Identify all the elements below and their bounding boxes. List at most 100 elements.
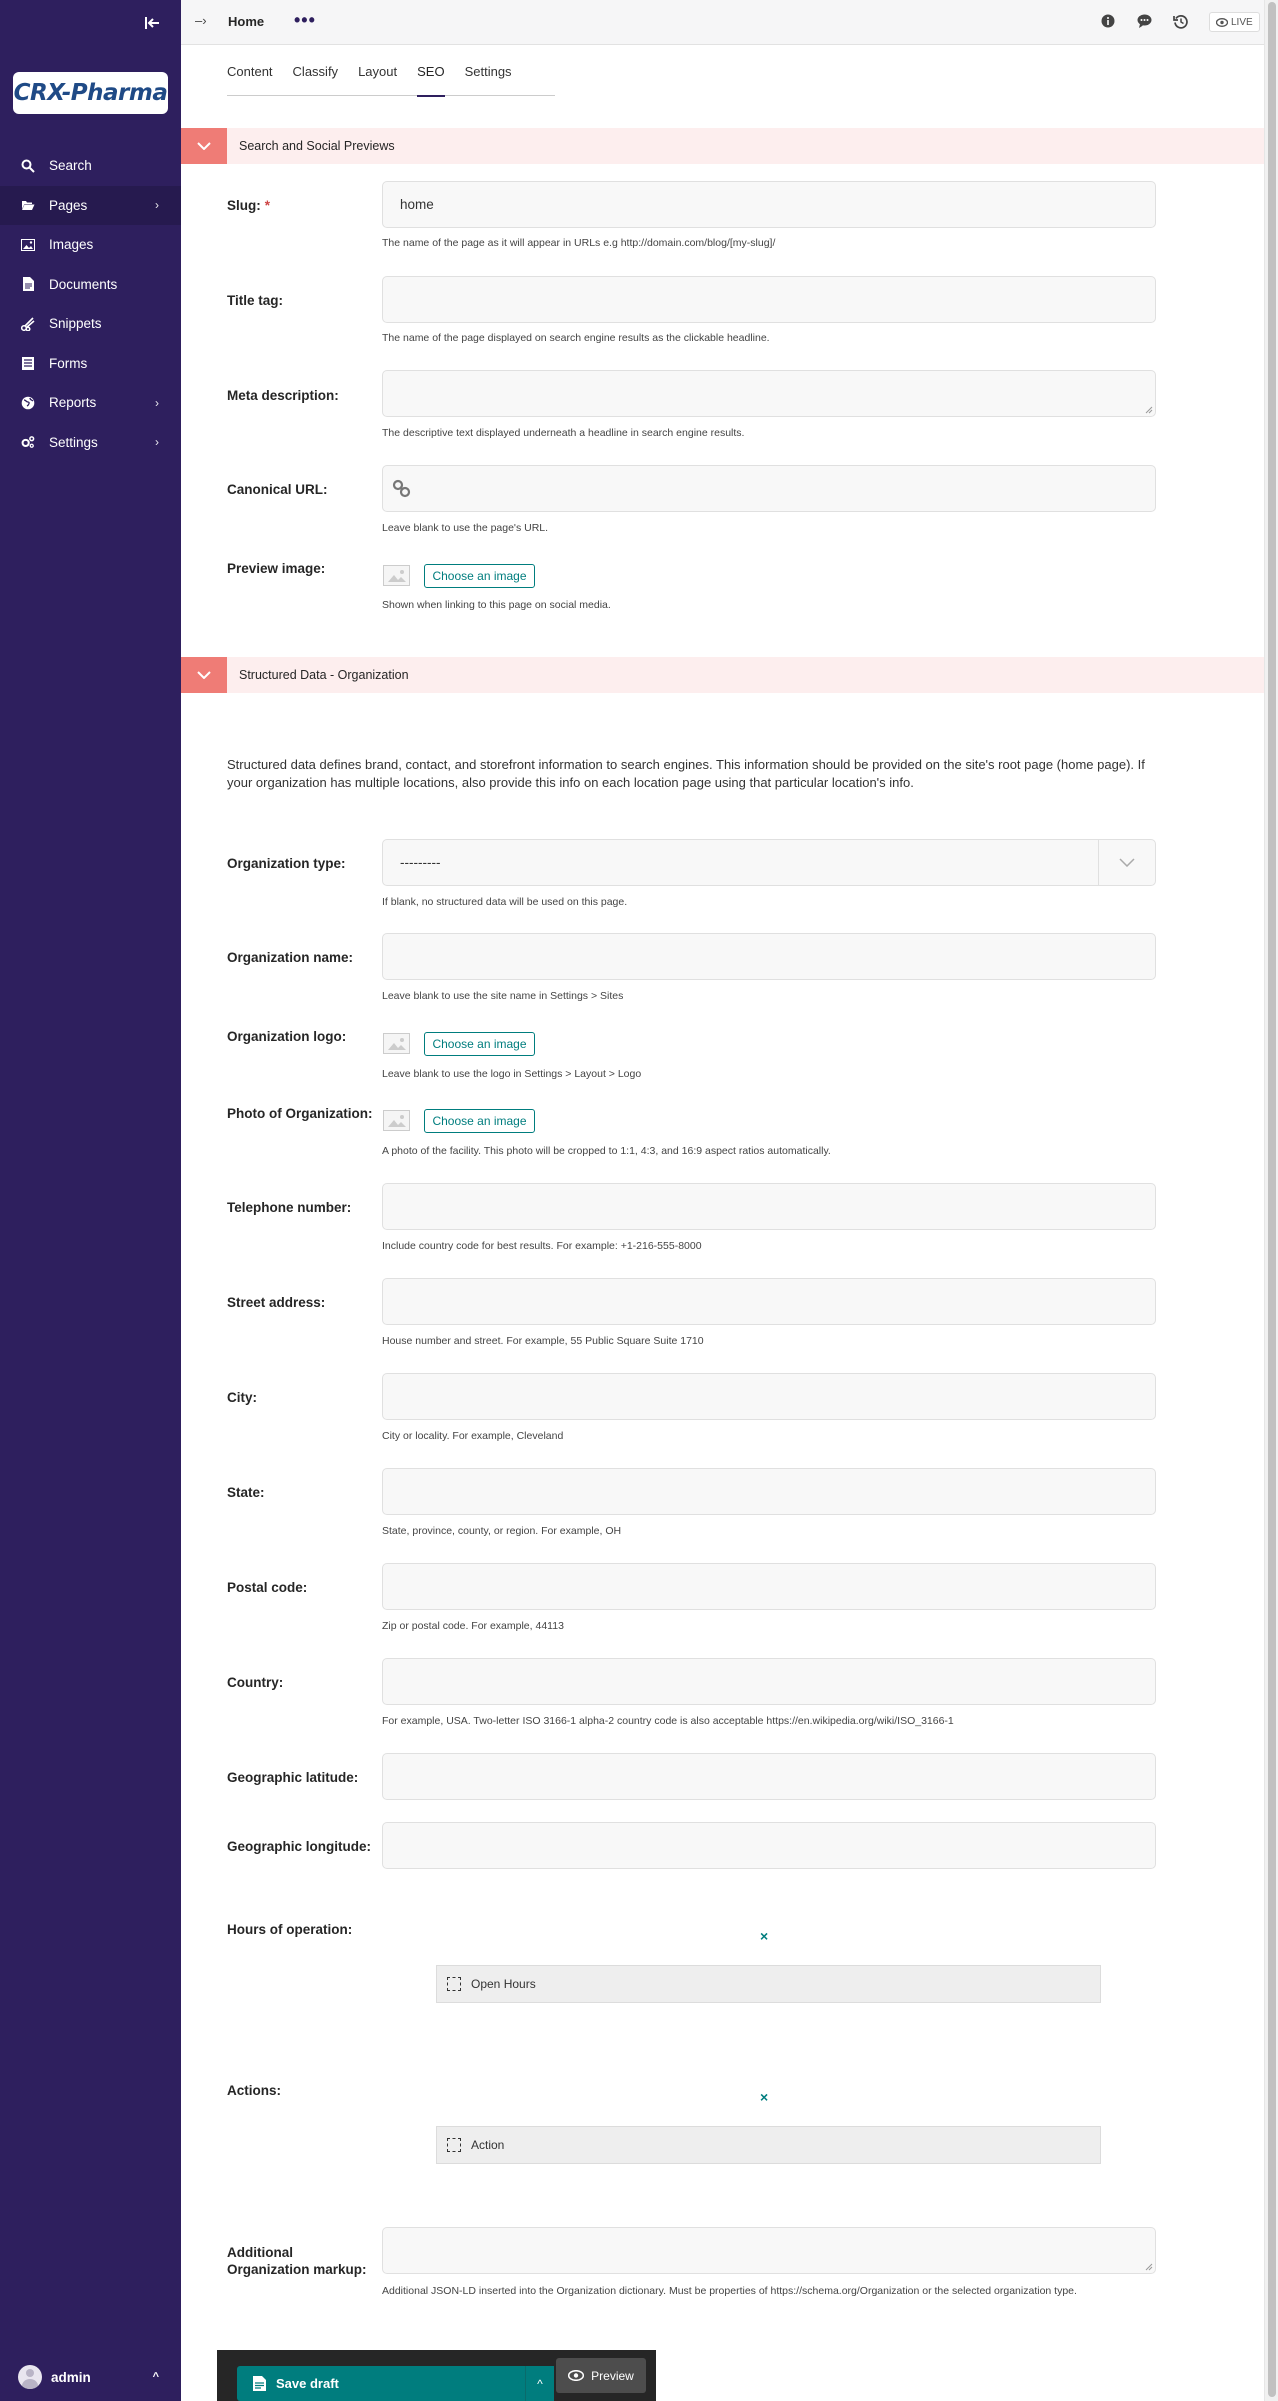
meta-description-textarea[interactable] xyxy=(382,370,1156,417)
title-tag-input[interactable] xyxy=(382,276,1156,323)
section-title: Structured Data - Organization xyxy=(239,668,409,682)
sidebar-item-search[interactable]: Search xyxy=(0,146,181,186)
chevron-down-icon xyxy=(197,142,211,150)
latitude-label: Geographic latitude: xyxy=(227,1770,359,1785)
org-logo-label: Organization logo: xyxy=(227,1029,347,1044)
history-icon[interactable] xyxy=(1172,13,1188,29)
sidebar-item-documents[interactable]: Documents xyxy=(0,265,181,305)
org-type-label: Organization type: xyxy=(227,856,346,871)
image-placeholder-icon xyxy=(383,565,410,586)
org-type-select[interactable]: --------- xyxy=(382,839,1156,886)
folder-open-icon xyxy=(21,198,35,212)
site-logo[interactable]: CRX-Pharma xyxy=(13,72,168,114)
choose-org-photo-button[interactable]: Choose an image xyxy=(424,1109,535,1133)
sidebar-item-label: Images xyxy=(49,237,94,253)
longitude-label: Geographic longitude: xyxy=(227,1839,371,1854)
comments-icon[interactable] xyxy=(1136,13,1152,29)
save-draft-group: Save draft ^ xyxy=(227,2358,554,2401)
slug-value: home xyxy=(400,197,434,212)
telephone-input[interactable] xyxy=(382,1183,1156,1230)
sidebar-item-label: Pages xyxy=(49,197,88,213)
slug-input[interactable]: home xyxy=(382,181,1156,228)
sidebar-item-settings[interactable]: Settings › xyxy=(0,423,181,463)
tab-content[interactable]: Content xyxy=(227,60,273,96)
page-title[interactable]: Home xyxy=(228,14,264,29)
live-status-badge[interactable]: LIVE xyxy=(1209,12,1260,32)
page-scrollbar[interactable] xyxy=(1264,0,1278,2401)
city-label: City: xyxy=(227,1390,257,1405)
tab-classify[interactable]: Classify xyxy=(293,60,339,96)
eye-icon xyxy=(1216,17,1228,27)
close-icon[interactable]: × xyxy=(760,1928,768,1944)
country-input[interactable] xyxy=(382,1658,1156,1705)
scrollbar-thumb[interactable] xyxy=(1268,2,1276,2397)
sidebar-item-pages[interactable]: Pages › xyxy=(0,185,181,225)
longitude-input[interactable] xyxy=(382,1822,1156,1869)
page-header: –› Home ••• LIVE xyxy=(181,0,1264,45)
breadcrumb-arrow[interactable]: –› xyxy=(195,13,207,28)
action-block[interactable]: Action xyxy=(436,2126,1101,2164)
sidebar-item-images[interactable]: Images xyxy=(0,225,181,265)
open-hours-block[interactable]: Open Hours xyxy=(436,1965,1101,2003)
save-draft-button[interactable]: Save draft xyxy=(237,2366,554,2401)
document-icon xyxy=(21,277,35,292)
telephone-help: Include country code for best results. F… xyxy=(382,1240,702,1252)
resize-handle-icon[interactable] xyxy=(1144,2262,1153,2271)
slug-label: Slug: * xyxy=(227,197,377,214)
canonical-url-label: Canonical URL: xyxy=(227,482,328,497)
street-label: Street address: xyxy=(227,1295,326,1310)
sidebar: CRX-Pharma Search Pages › Images Documen… xyxy=(0,0,181,2401)
tab-layout[interactable]: Layout xyxy=(358,60,397,96)
slug-help: The name of the page as it will appear i… xyxy=(382,237,776,249)
state-label: State: xyxy=(227,1485,265,1500)
more-actions-button[interactable]: ••• xyxy=(294,10,316,31)
state-help: State, province, county, or region. For … xyxy=(382,1525,622,1537)
sidebar-item-snippets[interactable]: Snippets xyxy=(0,304,181,344)
city-help: City or locality. For example, Cleveland xyxy=(382,1430,564,1442)
city-input[interactable] xyxy=(382,1373,1156,1420)
canonical-url-help: Leave blank to use the page's URL. xyxy=(382,522,549,534)
form-icon xyxy=(21,356,35,370)
meta-description-help: The descriptive text displayed underneat… xyxy=(382,427,745,439)
org-name-input[interactable] xyxy=(382,933,1156,980)
sidebar-item-reports[interactable]: Reports › xyxy=(0,383,181,423)
close-icon[interactable]: × xyxy=(760,2089,768,2105)
org-type-help: If blank, no structured data will be use… xyxy=(382,896,628,908)
org-logo-help: Leave blank to use the logo in Settings … xyxy=(382,1068,642,1080)
chevron-down-icon[interactable] xyxy=(1098,840,1155,885)
more-actions-toggle[interactable]: ^ xyxy=(525,2366,554,2401)
choose-org-logo-button[interactable]: Choose an image xyxy=(424,1032,535,1056)
section-toggle-button[interactable] xyxy=(181,657,227,693)
sidebar-item-forms[interactable]: Forms xyxy=(0,344,181,384)
logo-text: CRX-Pharma xyxy=(13,80,168,106)
chevron-down-icon xyxy=(197,671,211,679)
tab-settings[interactable]: Settings xyxy=(465,60,512,96)
postal-code-input[interactable] xyxy=(382,1563,1156,1610)
account-menu[interactable]: admin ^ xyxy=(0,2362,181,2392)
choose-preview-image-button[interactable]: Choose an image xyxy=(424,564,535,588)
title-tag-help: The name of the page displayed on search… xyxy=(382,332,770,344)
image-placeholder-icon xyxy=(383,1033,410,1054)
link-icon xyxy=(392,479,411,498)
state-input[interactable] xyxy=(382,1468,1156,1515)
preview-label: Preview xyxy=(591,2368,634,2383)
collapse-sidebar-icon[interactable] xyxy=(143,14,161,32)
save-draft-label: Save draft xyxy=(276,2376,339,2391)
org-name-help: Leave blank to use the site name in Sett… xyxy=(382,990,624,1002)
resize-handle-icon[interactable] xyxy=(1144,405,1153,414)
section-search-social: Search and Social Previews xyxy=(181,128,1264,164)
snippets-icon xyxy=(21,317,35,331)
canonical-url-input[interactable] xyxy=(382,465,1156,512)
block-icon xyxy=(447,1977,461,1991)
street-input[interactable] xyxy=(382,1278,1156,1325)
additional-markup-textarea[interactable] xyxy=(382,2227,1156,2274)
tab-seo[interactable]: SEO xyxy=(417,60,446,97)
sidebar-item-label: Forms xyxy=(49,355,88,371)
postal-code-label: Postal code: xyxy=(227,1580,308,1595)
action-label: Action xyxy=(471,2138,505,2152)
latitude-input[interactable] xyxy=(382,1753,1156,1800)
section-toggle-button[interactable] xyxy=(181,128,227,164)
info-icon[interactable] xyxy=(1100,13,1116,29)
preview-button[interactable]: Preview xyxy=(556,2358,646,2393)
org-photo-label: Photo of Organization: xyxy=(227,1106,373,1121)
